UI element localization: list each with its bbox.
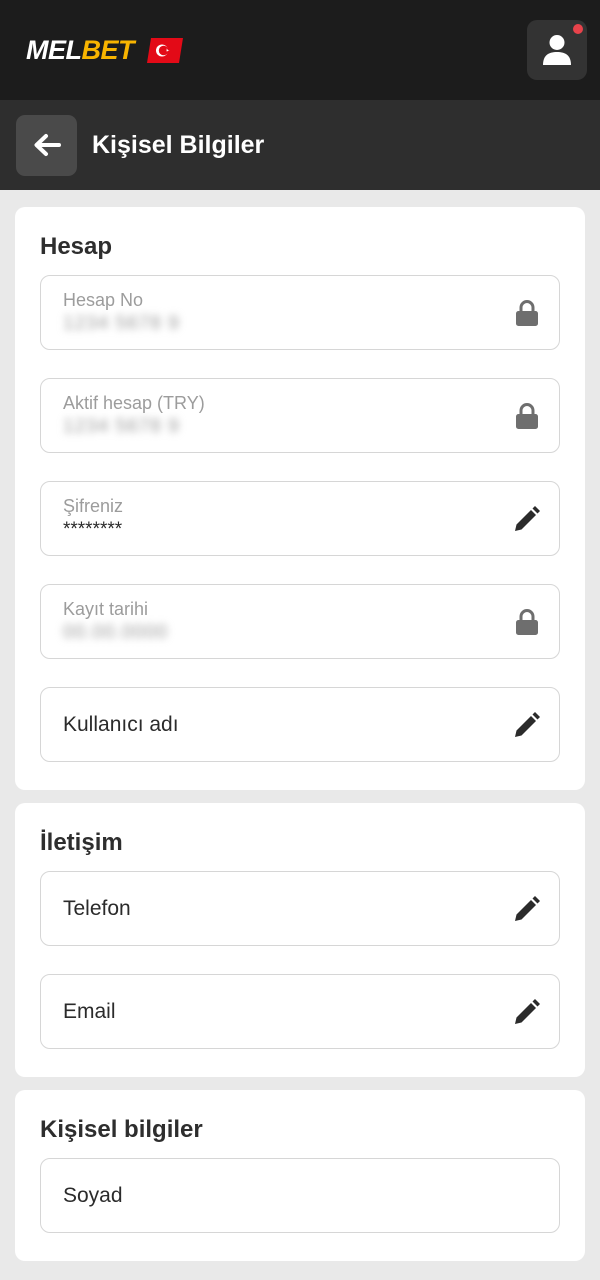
field-label: Şifreniz (63, 495, 124, 516)
back-button[interactable] (16, 114, 77, 176)
user-account-button[interactable] (527, 20, 587, 80)
field-value: ******** (63, 518, 123, 540)
pencil-icon[interactable] (512, 894, 542, 924)
logo-wordmark: MELBET (26, 34, 134, 65)
surname-field[interactable]: Soyad (40, 1158, 560, 1233)
brand-logo[interactable]: MELBET (26, 35, 183, 66)
field-label: Aktif hesap (TRY) (63, 392, 205, 413)
field-label: Hesap No (63, 289, 144, 310)
page-header: Kişisel Bilgiler (0, 100, 600, 190)
account-no-field: Hesap No 1234 5678 9 (40, 275, 560, 350)
field-label: Kayıt tarihi (63, 598, 149, 619)
lock-icon (512, 607, 542, 637)
section-title: İletişim (40, 829, 123, 856)
personal-info-section: Kişisel bilgiler Soyad (15, 1090, 585, 1261)
contact-section: İletişim Telefon Email (15, 803, 585, 1077)
password-field[interactable]: Şifreniz ******** (40, 481, 560, 556)
page-title: Kişisel Bilgiler (92, 130, 265, 159)
arrow-left-icon (34, 134, 61, 156)
pencil-icon[interactable] (512, 997, 542, 1027)
registration-date-field: Kayıt tarihi 00.00.0000 (40, 584, 560, 659)
top-bar: MELBET (0, 0, 600, 100)
lock-icon (512, 401, 542, 431)
user-icon (543, 35, 571, 65)
section-title: Kişisel bilgiler (40, 1116, 203, 1143)
turkey-flag-icon (147, 37, 183, 63)
pencil-icon[interactable] (512, 710, 542, 740)
pencil-icon[interactable] (512, 504, 542, 534)
phone-field[interactable]: Telefon (40, 871, 560, 946)
username-field[interactable]: Kullanıcı adı (40, 687, 560, 762)
field-value: 1234 5678 9 (63, 312, 180, 334)
lock-icon (512, 298, 542, 328)
field-label: Email (63, 999, 116, 1023)
section-title: Hesap (40, 233, 113, 260)
email-field[interactable]: Email (40, 974, 560, 1049)
field-label: Soyad (63, 1183, 123, 1207)
field-value: 1234 5678 9 (63, 415, 180, 437)
notification-dot (573, 24, 583, 34)
account-section: Hesap Hesap No 1234 5678 9 Aktif hesap (… (15, 207, 585, 790)
field-label: Kullanıcı adı (63, 712, 179, 736)
field-label: Telefon (63, 896, 131, 920)
field-value: 00.00.0000 (63, 621, 169, 643)
active-account-field: Aktif hesap (TRY) 1234 5678 9 (40, 378, 560, 453)
